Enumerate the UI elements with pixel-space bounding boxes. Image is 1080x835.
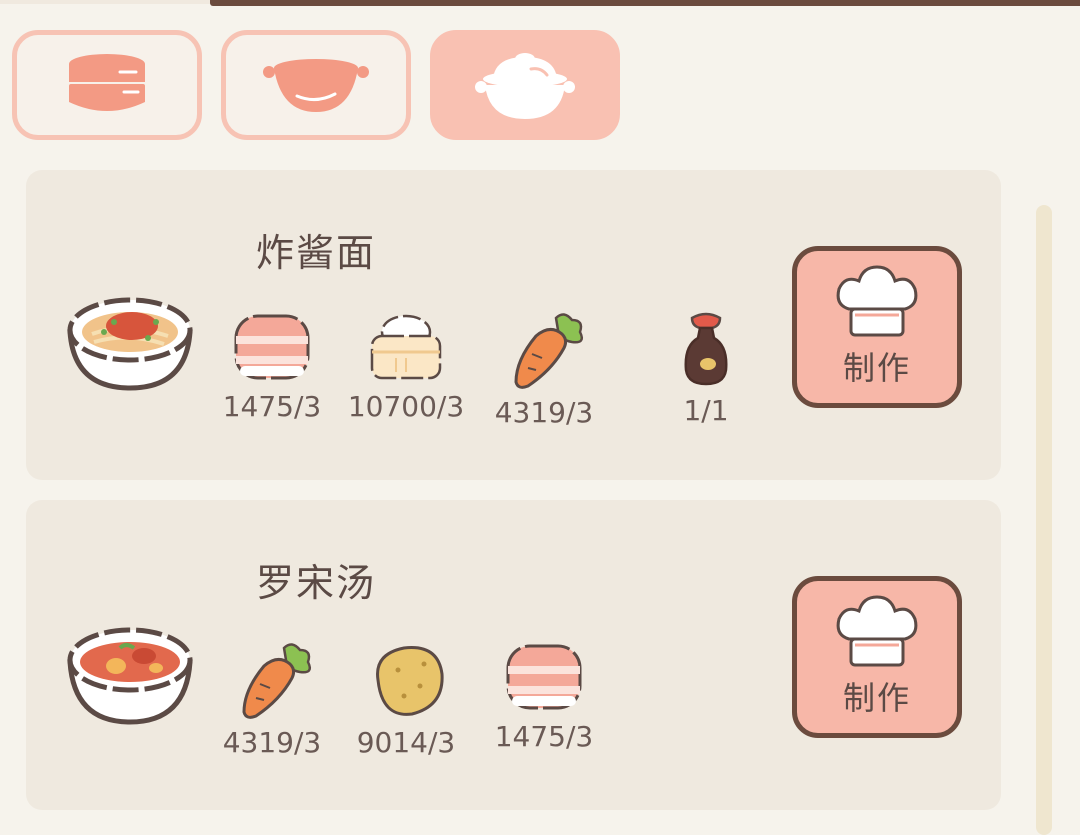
scrollbar[interactable] [1036, 205, 1052, 835]
top-border-left [0, 0, 210, 4]
chef-hat-icon [836, 265, 918, 337]
ingredient-carrot: 4319/3 [484, 310, 604, 429]
make-button-label: 制作 [842, 349, 911, 387]
noodle-bowl-icon [64, 292, 196, 396]
ingredient-count: 4319/3 [222, 726, 322, 759]
make-button[interactable]: 制作 [792, 246, 962, 408]
pot-icon [263, 59, 369, 112]
chef-hat-icon [836, 595, 918, 667]
tab-clay-pot[interactable] [430, 30, 620, 140]
ingredient-bacon: 1475/3 [212, 310, 332, 423]
ingredient-count: 9014/3 [356, 726, 456, 759]
recipe-card-zhajiangmian: 炸酱面 1475/3 10700/3 4319/3 1/1 制作 [26, 170, 1001, 480]
steamed-bun-icon [370, 314, 442, 380]
ingredient-bacon: 1475/3 [484, 640, 604, 753]
ingredient-count: 10700/3 [347, 390, 465, 423]
bacon-icon [506, 644, 582, 710]
make-button[interactable]: 制作 [792, 576, 962, 738]
soy-sauce-icon [684, 312, 728, 386]
ingredient-count: 4319/3 [494, 396, 594, 429]
steamer-icon [69, 54, 145, 111]
make-button-label: 制作 [842, 679, 911, 717]
carrot-icon [514, 313, 583, 389]
recipe-name: 炸酱面 [256, 231, 377, 275]
ingredient-carrot: 4319/3 [212, 640, 332, 759]
ingredient-count: 1475/3 [494, 720, 594, 753]
soup-bowl-icon [64, 622, 196, 730]
ingredient-steamed-bun: 10700/3 [346, 310, 466, 423]
ingredient-count: 1475/3 [222, 390, 322, 423]
recipe-card-luosongtang: 罗宋汤 4319/3 9014/3 1475/3 制作 [26, 500, 1001, 810]
ingredient-count: 1/1 [683, 394, 729, 427]
recipe-name: 罗宋汤 [256, 561, 377, 605]
carrot-icon [242, 643, 311, 719]
tab-pot[interactable] [221, 30, 411, 140]
clay-pot-icon [475, 53, 575, 119]
potato-icon [376, 646, 444, 716]
bacon-icon [234, 314, 310, 380]
top-border [210, 0, 1080, 6]
ingredient-soy-sauce: 1/1 [646, 310, 766, 427]
tab-steamer[interactable] [12, 30, 202, 140]
ingredient-potato: 9014/3 [346, 640, 466, 759]
